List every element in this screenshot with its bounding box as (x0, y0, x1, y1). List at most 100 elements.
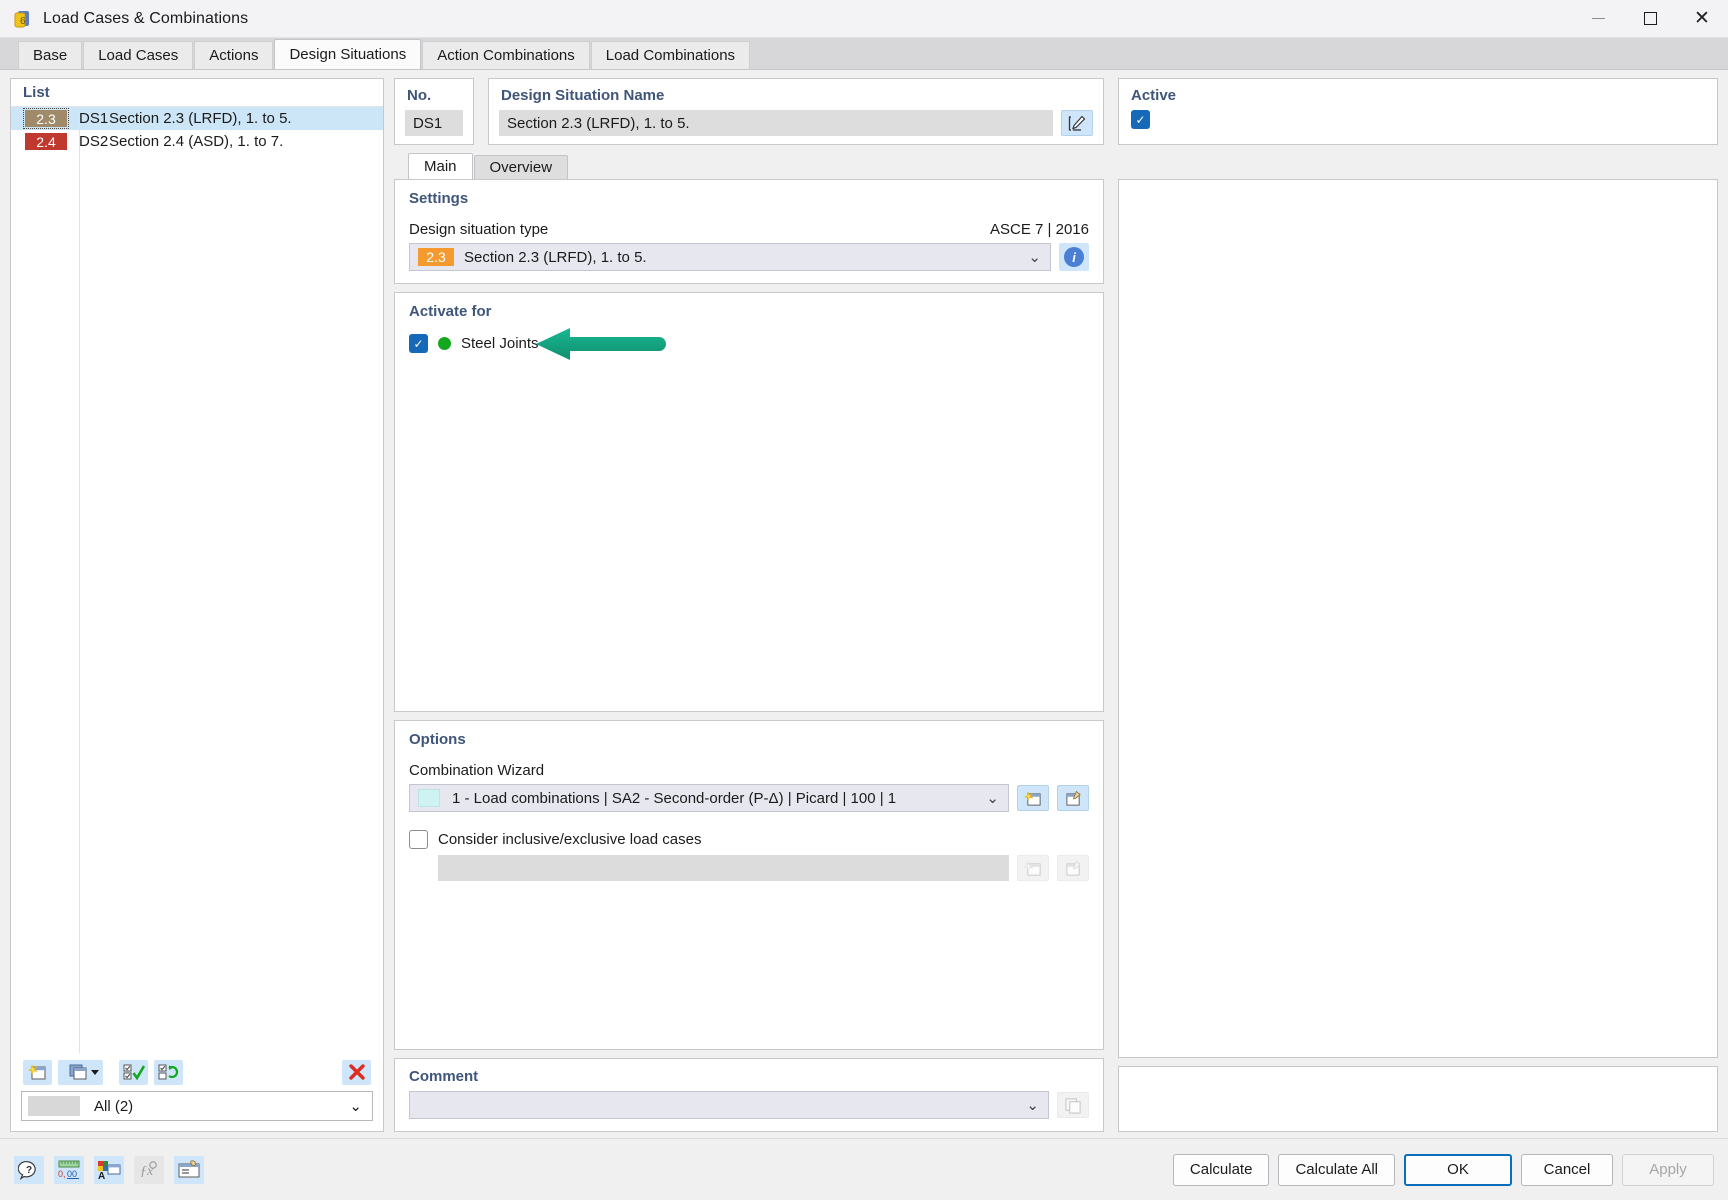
tab-load-combinations[interactable]: Load Combinations (590, 41, 751, 69)
window-controls: ✕ (1572, 0, 1728, 38)
active-card: Active ✓ (1118, 78, 1718, 145)
svg-text:00: 00 (67, 1169, 77, 1179)
standard-label: ASCE 7 | 2016 (990, 221, 1089, 238)
design-situation-badge: 2.3 (23, 108, 69, 129)
copy-item-dropdown-button[interactable] (58, 1059, 103, 1085)
consider-inclusive-label: Consider inclusive/exclusive load cases (438, 831, 702, 848)
tab-design-situations[interactable]: Design Situations (274, 39, 422, 69)
footer-icon-bar: ? 0, 00 A ƒx (14, 1155, 204, 1184)
design-situation-name: Section 2.3 (LRFD), 1. to 5. (109, 110, 292, 127)
steel-joints-checkbox[interactable]: ✓ (409, 334, 428, 353)
list-panel: List 2.3 DS1 Section 2.3 (LRFD), 1. to 5… (10, 78, 384, 1132)
comment-row: ⌄ (409, 1091, 1089, 1119)
filter-color-swatch (28, 1096, 80, 1116)
apply-button: Apply (1622, 1153, 1714, 1186)
preview-panel (1118, 179, 1718, 1058)
no-card: No. DS1 (394, 78, 474, 145)
list-item[interactable]: 2.3 DS1 Section 2.3 (LRFD), 1. to 5. (11, 107, 383, 130)
minimize-button[interactable] (1572, 0, 1624, 38)
type-badge: 2.3 (418, 248, 454, 266)
select-all-button[interactable] (119, 1059, 148, 1085)
comment-input[interactable]: ⌄ (409, 1091, 1049, 1119)
formula-icon: ƒx (134, 1155, 164, 1184)
help-icon[interactable]: ? (14, 1155, 44, 1184)
units-icon[interactable]: 0, 00 (54, 1155, 84, 1184)
footer-buttons: Calculate Calculate All OK Cancel Apply (1172, 1153, 1714, 1186)
header-cards: No. DS1 Design Situation Name Section 2.… (394, 78, 1718, 145)
svg-text:0,: 0, (58, 1169, 66, 1179)
table-settings-icon[interactable] (174, 1155, 204, 1184)
list-filter-value: All (2) (94, 1097, 134, 1115)
tab-action-combinations[interactable]: Action Combinations (422, 41, 590, 69)
tab-main[interactable]: Main (408, 153, 473, 179)
consider-inclusive-checkbox[interactable] (409, 830, 428, 849)
maximize-button[interactable] (1624, 0, 1676, 38)
new-wizard-icon[interactable] (1017, 785, 1049, 811)
list-filter-dropdown[interactable]: All (2) ⌄ (21, 1091, 373, 1121)
edit-inclusive-icon (1057, 855, 1089, 881)
delete-item-button[interactable] (342, 1059, 371, 1085)
design-situation-type-label: Design situation type (409, 221, 549, 238)
svg-text:?: ? (26, 1165, 32, 1176)
status-dot-icon (438, 337, 451, 350)
svg-text:6: 6 (20, 16, 26, 27)
settings-label-row: Design situation type ASCE 7 | 2016 (409, 221, 1089, 238)
tab-load-cases[interactable]: Load Cases (83, 41, 194, 69)
tab-label: Load Cases (98, 47, 179, 64)
new-item-button[interactable] (23, 1059, 52, 1085)
tab-overview[interactable]: Overview (473, 155, 569, 179)
design-situation-no: DS1 (79, 110, 109, 127)
preview-footer-panel (1118, 1066, 1718, 1132)
design-situation-name-input[interactable]: Section 2.3 (LRFD), 1. to 5. (499, 110, 1053, 136)
info-icon[interactable]: i (1059, 243, 1089, 271)
new-inclusive-icon (1017, 855, 1049, 881)
combination-wizard-row: 1 - Load combinations | SA2 - Second-ord… (409, 784, 1089, 812)
options-title: Options (409, 731, 466, 748)
detail-tab-strip: Main Overview (394, 153, 1718, 179)
edit-name-icon[interactable] (1061, 110, 1093, 136)
dialog-body: List 2.3 DS1 Section 2.3 (LRFD), 1. to 5… (0, 70, 1728, 1138)
cancel-button[interactable]: Cancel (1521, 1153, 1613, 1186)
chevron-down-icon: ⌄ (1026, 1097, 1039, 1114)
combination-wizard-dropdown[interactable]: 1 - Load combinations | SA2 - Second-ord… (409, 784, 1009, 812)
active-checkbox[interactable]: ✓ (1131, 110, 1150, 129)
copy-comment-icon[interactable] (1057, 1092, 1089, 1118)
active-card-title: Active (1131, 87, 1177, 104)
chevron-down-icon: ⌄ (349, 1098, 362, 1115)
display-properties-icon[interactable]: A (94, 1155, 124, 1184)
invert-selection-button[interactable] (154, 1059, 183, 1085)
inclusive-value-row (409, 855, 1089, 881)
ok-button[interactable]: OK (1404, 1153, 1512, 1186)
comment-title: Comment (409, 1068, 479, 1085)
svg-text:A: A (98, 1171, 105, 1180)
options-section: Options Combination Wizard 1 - Load comb… (394, 720, 1104, 1050)
edit-wizard-icon[interactable] (1057, 785, 1089, 811)
no-card-title: No. (407, 87, 432, 104)
main-tab-strip: Base Load Cases Actions Design Situation… (0, 38, 1728, 70)
design-situation-no: DS2 (79, 133, 109, 150)
design-situation-type-dropdown[interactable]: 2.3 Section 2.3 (LRFD), 1. to 5. ⌄ (409, 243, 1051, 271)
design-situation-type-row: 2.3 Section 2.3 (LRFD), 1. to 5. ⌄ i (409, 243, 1089, 271)
activate-for-section: Activate for ✓ Steel Joints (394, 292, 1104, 712)
tab-base[interactable]: Base (18, 41, 83, 69)
close-button[interactable]: ✕ (1676, 0, 1728, 38)
list-toolbar (11, 1053, 383, 1091)
calculate-button[interactable]: Calculate (1172, 1153, 1270, 1186)
no-field[interactable]: DS1 (405, 110, 463, 136)
design-situation-name-card: Design Situation Name Section 2.3 (LRFD)… (488, 78, 1104, 145)
name-card-title: Design Situation Name (501, 87, 665, 104)
design-situation-badge: 2.4 (25, 133, 67, 150)
wizard-color-swatch (418, 789, 440, 807)
svg-text:ƒx: ƒx (140, 1164, 154, 1179)
comment-section: Comment ⌄ (394, 1058, 1104, 1132)
tab-actions[interactable]: Actions (194, 41, 274, 69)
tab-label: Base (33, 47, 68, 64)
list-item[interactable]: 2.4 DS2 Section 2.4 (ASD), 1. to 7. (11, 130, 383, 153)
title-bar: 6 Load Cases & Combinations ✕ (0, 0, 1728, 38)
list-header: List (11, 79, 383, 107)
name-row: Section 2.3 (LRFD), 1. to 5. (489, 110, 1103, 136)
combination-wizard-label: Combination Wizard (409, 762, 545, 779)
calculate-all-button[interactable]: Calculate All (1278, 1153, 1395, 1186)
right-pane (1118, 179, 1718, 1132)
settings-section: Settings Design situation type ASCE 7 | … (394, 179, 1104, 284)
